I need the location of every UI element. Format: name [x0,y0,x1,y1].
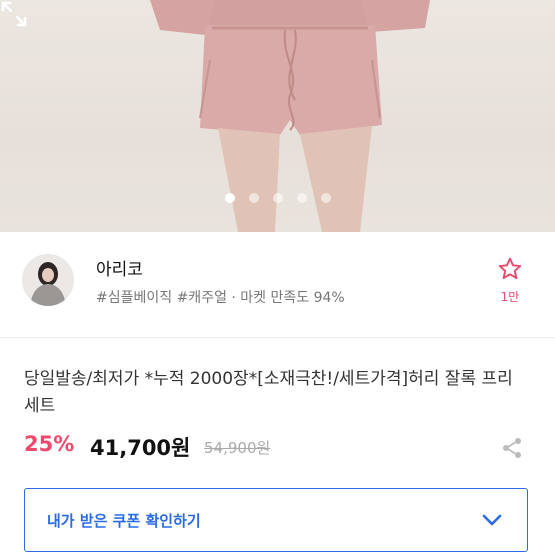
wishlist-button[interactable]: 1만 [490,256,530,305]
carousel-dot-active[interactable] [224,193,235,203]
seller-tags: #심플베이직 #캐주얼 · 마켓 만족도 94% [96,290,345,306]
product-title: 당일발송/최저가 *누적 2000장*[소재극찬!/세트가격]허리 잘록 프리 … [24,369,513,416]
sale-price: 41,700원 [90,436,191,460]
star-outline-icon [498,257,522,279]
expand-icon[interactable] [0,0,28,28]
share-icon[interactable] [500,436,524,460]
price-row: 25% 41,700원 54,900원 [24,432,530,466]
chevron-down-icon [482,514,502,526]
carousel-dot[interactable] [296,193,307,203]
carousel-dots [0,193,555,203]
original-price: 54,900원 [204,439,271,457]
seller-avatar[interactable] [22,254,74,306]
coupon-label: 내가 받은 쿠폰 확인하기 [47,512,201,530]
product-image-carousel[interactable] [0,0,555,232]
carousel-dot[interactable] [272,193,283,203]
seller-section: 아리코 #심플베이직 #캐주얼 · 마켓 만족도 94% 1만 [0,232,555,338]
seller-name[interactable]: 아리코 [96,255,143,280]
wishlist-count: 1만 [500,290,520,304]
carousel-dot[interactable] [248,193,259,203]
coupon-check-button[interactable]: 내가 받은 쿠폰 확인하기 [24,488,528,552]
discount-rate: 25% [24,432,75,456]
carousel-dot[interactable] [320,193,331,203]
